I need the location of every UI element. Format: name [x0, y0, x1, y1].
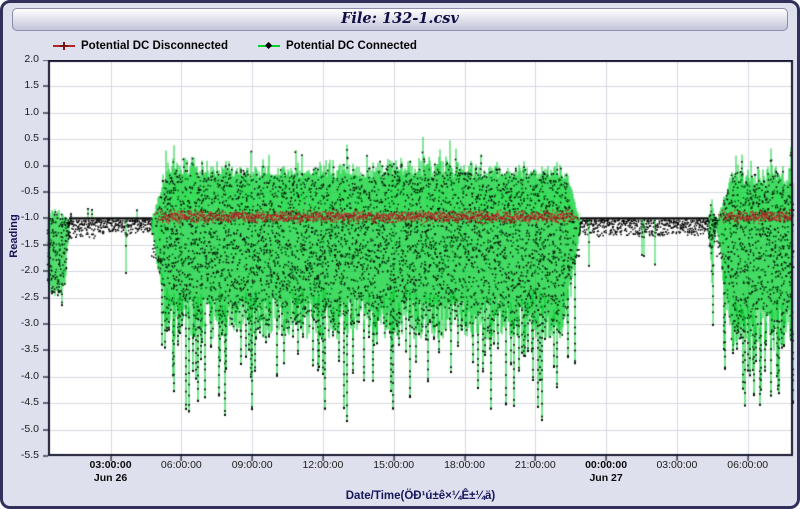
y-tick-label: -2.0 [21, 264, 39, 276]
y-tick-label: 1.5 [24, 79, 39, 91]
green-line-marker-icon [258, 42, 280, 51]
plot-area[interactable] [43, 60, 795, 462]
y-tick-label: -2.5 [21, 291, 39, 303]
y-tick-label: -1.5 [21, 238, 39, 250]
legend-label-connected: Potential DC Connected [286, 40, 417, 52]
y-tick-label: -5.0 [21, 423, 39, 435]
x-tick-sublabel: Jun 26 [94, 472, 127, 484]
legend-label-disconnected: Potential DC Disconnected [81, 40, 228, 52]
chart-title: File: 132-1.csv [341, 10, 459, 27]
x-tick-sublabel: Jun 27 [589, 472, 622, 484]
y-tick-label: 0.0 [24, 159, 39, 171]
x-axis-title: Date/Time(ÖÐ¹ú±ê×¼Ê±¼ä) [48, 490, 793, 502]
chart-title-bar: File: 132-1.csv [12, 8, 788, 31]
red-cross-icon [63, 42, 65, 50]
y-tick-label: -0.5 [21, 185, 39, 197]
app-window: File: 132-1.csv Potential DC Disconnecte… [0, 0, 800, 509]
y-tick-label: -1.0 [21, 211, 39, 223]
y-tick-label: -5.5 [21, 449, 39, 461]
y-tick-label: -3.5 [21, 343, 39, 355]
y-tick-label: -3.0 [21, 317, 39, 329]
y-tick-label: 2.0 [24, 53, 39, 65]
legend: Potential DC Disconnected Potential DC C… [53, 40, 417, 52]
red-line-marker-icon [53, 42, 75, 51]
y-tick-label: -4.0 [21, 370, 39, 382]
y-tick-label: -4.5 [21, 396, 39, 408]
legend-item-disconnected[interactable]: Potential DC Disconnected [53, 40, 228, 52]
legend-item-connected[interactable]: Potential DC Connected [258, 40, 417, 52]
y-tick-label: 1.0 [24, 106, 39, 118]
y-tick-label: 0.5 [24, 132, 39, 144]
black-diamond-icon [265, 42, 272, 49]
